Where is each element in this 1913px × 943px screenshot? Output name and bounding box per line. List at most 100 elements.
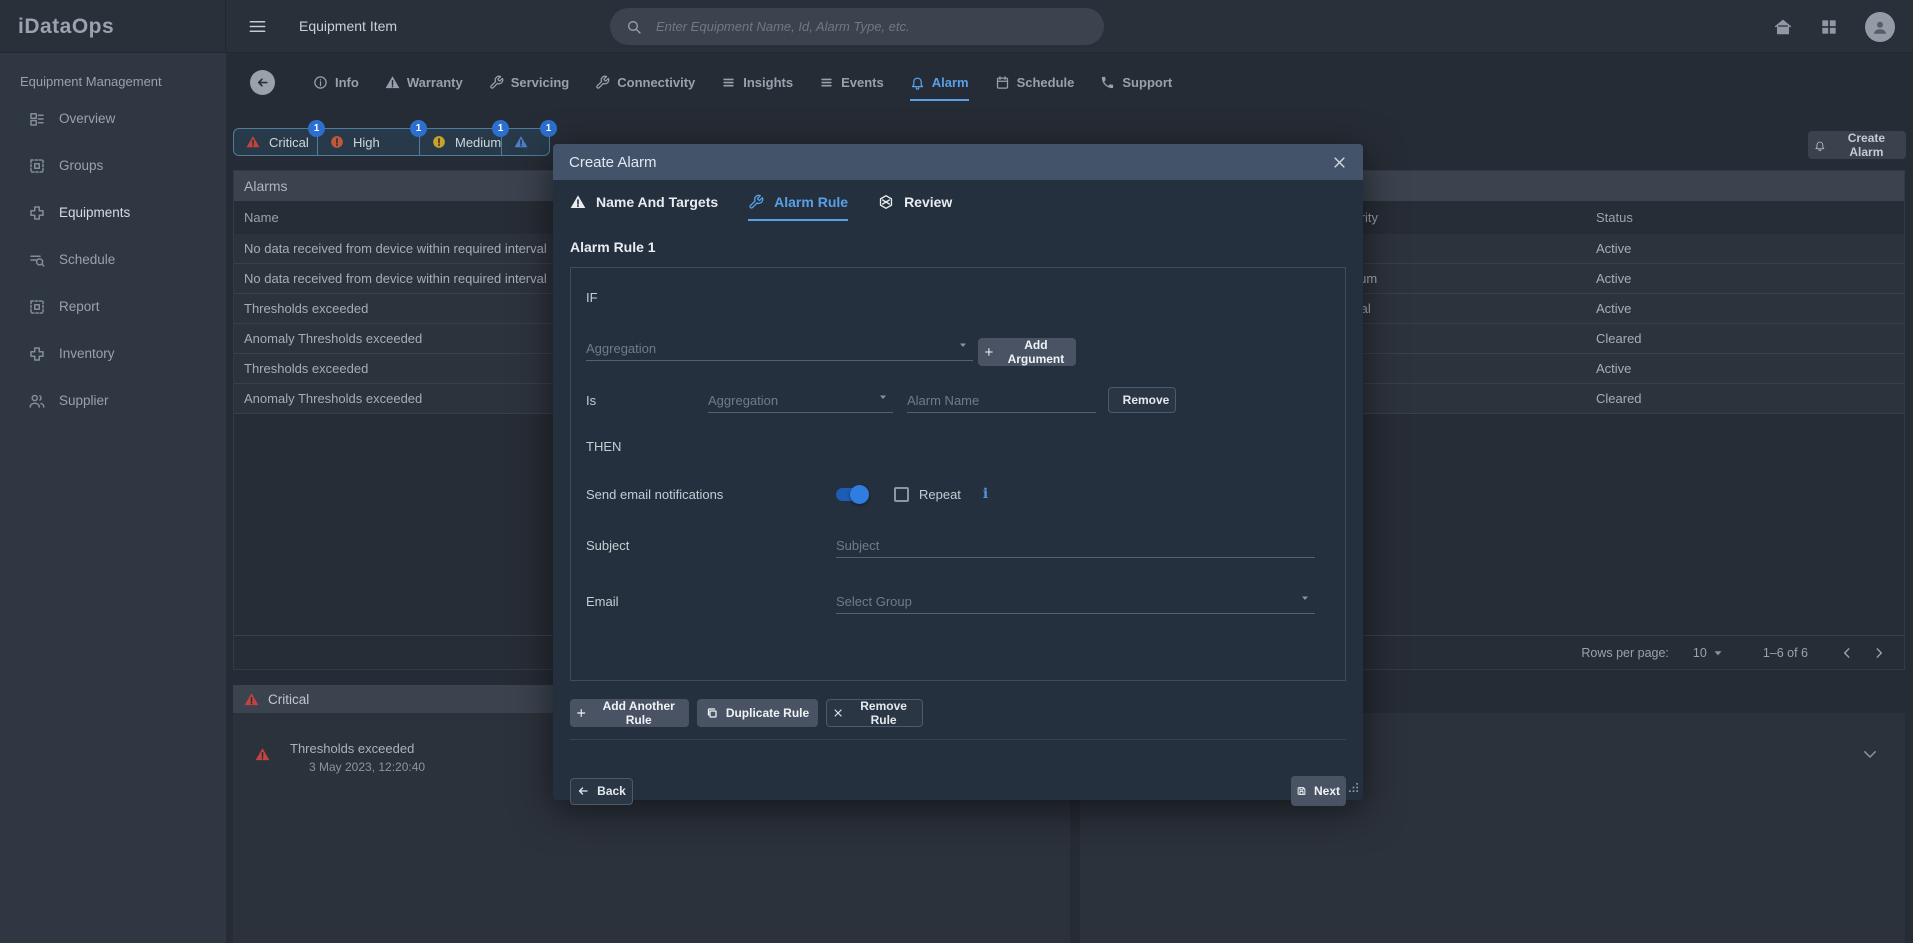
tab[interactable]: Warranty <box>385 75 463 101</box>
sidebar-item-icon <box>28 345 46 363</box>
tab-label: Support <box>1122 75 1172 90</box>
remove-rule-label: Remove Rule <box>851 699 916 727</box>
save-icon <box>1297 785 1306 797</box>
sidebar-item-label: Inventory <box>59 346 115 361</box>
tab[interactable]: Info <box>313 75 359 101</box>
tab-icon <box>721 75 736 90</box>
search-input[interactable] <box>654 18 1088 35</box>
create-alarm-button[interactable]: Create Alarm <box>1808 131 1906 159</box>
topbar: Equipment Item <box>226 0 1913 53</box>
duplicate-rule-button[interactable]: Duplicate Rule <box>697 699 818 727</box>
tab-label: Events <box>841 75 884 90</box>
modal-steps: Name And Targets Alarm Rule Review <box>570 194 1346 221</box>
severity-filter-chips: Critical 1 High 1 Medium 1 1 <box>233 128 550 156</box>
modal-header: Create Alarm <box>553 144 1363 180</box>
apps-grid-icon[interactable] <box>1819 17 1839 37</box>
step-icon <box>570 194 586 210</box>
page-title: Equipment Item <box>299 18 397 34</box>
severity-chip[interactable]: 1 <box>502 129 549 155</box>
info-icon[interactable]: i <box>983 486 988 502</box>
aggregation-placeholder: Aggregation <box>586 341 656 356</box>
tab-icon <box>995 75 1010 90</box>
expand-panel-button[interactable] <box>1861 745 1879 763</box>
rows-per-page-value: 10 <box>1693 646 1707 660</box>
tab[interactable]: Schedule <box>995 75 1075 101</box>
back-button[interactable]: Back <box>570 778 633 805</box>
tab[interactable]: Connectivity <box>595 75 695 101</box>
tabs: Info Warranty Servicing Connectivity <box>313 75 1172 90</box>
alarm-status-cell: Active <box>1596 301 1904 316</box>
aggregation-select[interactable]: Aggregation <box>586 335 973 361</box>
tab-label: Alarm <box>932 75 969 90</box>
tab-label: Connectivity <box>617 75 695 90</box>
tab[interactable]: Support <box>1100 75 1172 101</box>
step-icon <box>748 194 764 210</box>
alarm-status-cell: Active <box>1596 241 1904 256</box>
remove-argument-button[interactable]: Remove <box>1108 387 1176 413</box>
sidebar-item-label: Overview <box>59 111 115 126</box>
severity-chip[interactable]: Critical 1 <box>234 129 318 155</box>
remove-rule-button[interactable]: Remove Rule <box>826 699 923 727</box>
tab-icon <box>819 75 834 90</box>
home-icon[interactable] <box>1773 17 1793 37</box>
sidebar-item[interactable]: Equipments <box>0 189 226 236</box>
sidebar-item[interactable]: Groups <box>0 142 226 189</box>
rows-per-page-select[interactable]: 10 <box>1693 646 1725 660</box>
previous-page-button[interactable] <box>1836 642 1858 664</box>
equipment-tabbar: Info Warranty Servicing Connectivity <box>250 70 1172 95</box>
modal-divider <box>570 739 1346 740</box>
rule-title: Alarm Rule 1 <box>570 239 1346 255</box>
caret-down-icon <box>877 391 889 403</box>
critical-warning-icon <box>255 747 270 762</box>
avatar[interactable] <box>1865 12 1895 42</box>
severity-chip[interactable]: High 1 <box>318 129 420 155</box>
step-label: Alarm Rule <box>774 194 848 210</box>
x-icon <box>833 707 843 719</box>
add-argument-label: Add Argument <box>1002 338 1070 366</box>
is-aggregation-select[interactable]: Aggregation <box>708 387 893 413</box>
subject-input[interactable]: Subject <box>836 532 1315 558</box>
aggregation-placeholder: Aggregation <box>708 393 778 408</box>
email-group-select[interactable]: Select Group <box>836 588 1315 614</box>
modal-footer: Back Next <box>570 776 1346 806</box>
wizard-step-tab[interactable]: Name And Targets <box>570 194 718 221</box>
wizard-step-tab[interactable]: Alarm Rule <box>748 194 848 221</box>
tab[interactable]: Events <box>819 75 884 101</box>
rule-container: IF Aggregation Add Argument Is Aggregati… <box>570 267 1346 681</box>
add-argument-button[interactable]: Add Argument <box>978 338 1076 366</box>
sidebar-item-label: Report <box>59 299 100 314</box>
app-window: iDataOps Equipment Management Overview G… <box>0 0 1913 943</box>
sidebar-item[interactable]: Overview <box>0 95 226 142</box>
next-page-button[interactable] <box>1868 642 1890 664</box>
severity-chip[interactable]: Medium 1 <box>420 129 502 155</box>
menu-icon[interactable] <box>248 17 267 36</box>
tab-label: Warranty <box>407 75 463 90</box>
back-button[interactable] <box>250 70 275 95</box>
sidebar-item-label: Groups <box>59 158 103 173</box>
resize-handle[interactable] <box>1348 779 1359 797</box>
sidebar: iDataOps Equipment Management Overview G… <box>0 0 226 943</box>
pagination-range: 1–6 of 6 <box>1763 646 1808 660</box>
subject-label: Subject <box>586 538 836 558</box>
tab-icon <box>595 75 610 90</box>
wizard-step-tab[interactable]: Review <box>878 194 952 221</box>
copy-icon <box>706 707 718 719</box>
add-another-rule-button[interactable]: Add Another Rule <box>570 699 689 727</box>
repeat-checkbox[interactable] <box>894 487 909 502</box>
sidebar-item[interactable]: Supplier <box>0 377 226 424</box>
close-button[interactable] <box>1332 154 1347 171</box>
sidebar-item[interactable]: Schedule <box>0 236 226 283</box>
tab[interactable]: Servicing <box>489 75 570 101</box>
column-status: Status <box>1596 210 1904 225</box>
tab[interactable]: Insights <box>721 75 793 101</box>
severity-chip-label: Medium <box>455 135 501 150</box>
send-email-toggle[interactable] <box>836 488 867 501</box>
sidebar-item[interactable]: Inventory <box>0 330 226 377</box>
severity-chip-label: High <box>353 135 380 150</box>
sidebar-item-icon <box>28 157 46 175</box>
alarm-name-input[interactable]: Alarm Name <box>907 387 1096 413</box>
next-button[interactable]: Next <box>1291 776 1346 806</box>
sidebar-item[interactable]: Report <box>0 283 226 330</box>
caret-down-icon <box>957 339 969 351</box>
tab[interactable]: Alarm <box>910 75 969 101</box>
